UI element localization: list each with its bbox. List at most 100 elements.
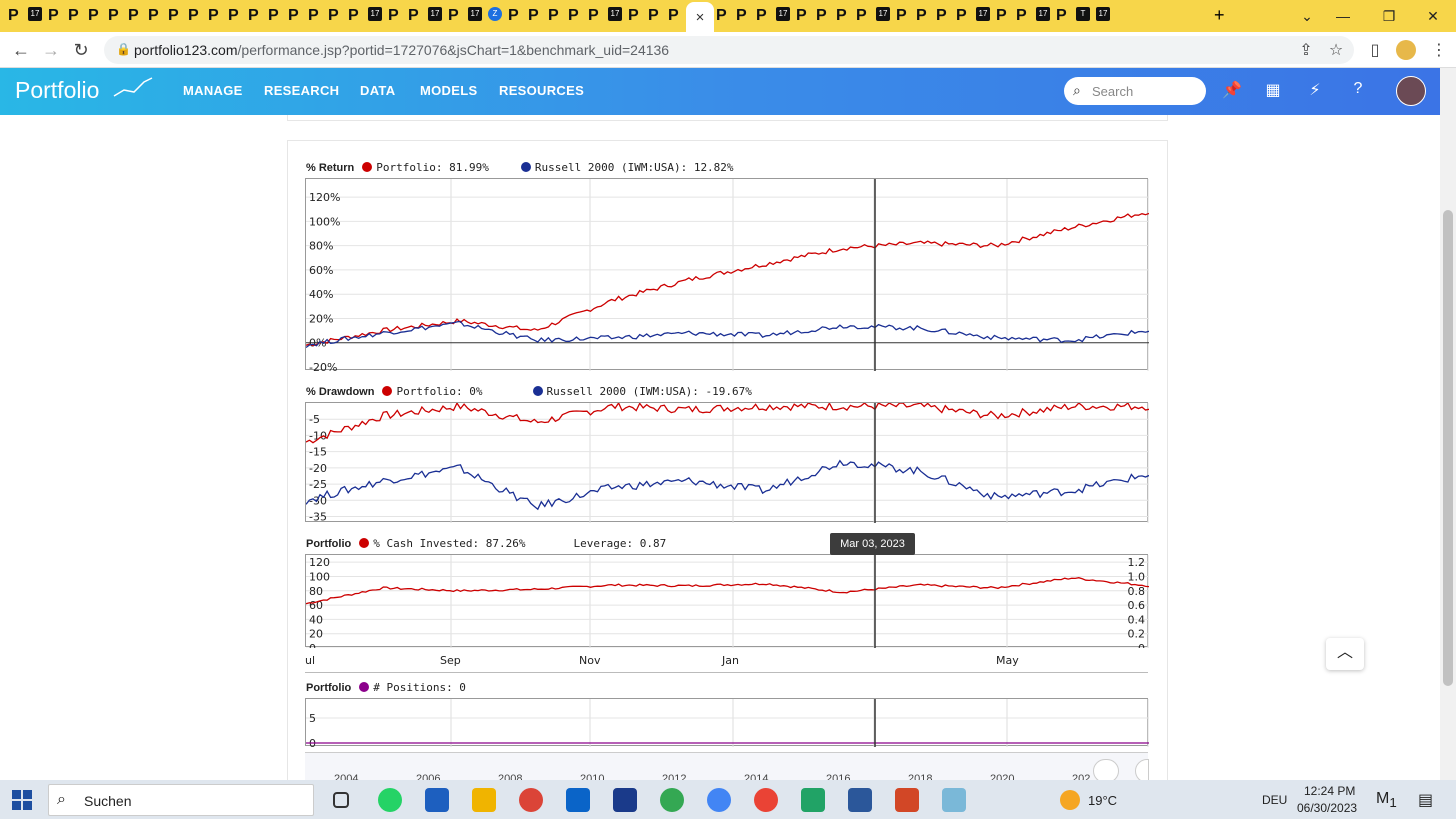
tab-favicon-p-icon[interactable]: P [148, 7, 159, 25]
tab-favicon-p-icon[interactable]: P [408, 7, 419, 25]
scrollbar-thumb[interactable] [1443, 210, 1453, 686]
tab-favicon-tradingview-icon[interactable]: 17 [468, 7, 482, 21]
new-tab-icon[interactable]: + [1214, 5, 1225, 26]
tab-favicon-tradingview-icon[interactable]: 17 [28, 7, 42, 21]
tab-favicon-tradingview-icon[interactable]: 17 [776, 7, 790, 21]
tab-favicon-p-icon[interactable]: P [388, 7, 399, 25]
back-icon[interactable]: ← [10, 40, 32, 62]
apps-grid-icon[interactable]: ▦ [1262, 80, 1284, 102]
tab-favicon-p-icon[interactable]: P [508, 7, 519, 25]
tab-favicon-p-icon[interactable]: P [628, 7, 639, 25]
taskbar-search-input[interactable]: ⌕ Suchen [48, 784, 314, 816]
whatsapp-icon[interactable] [378, 788, 402, 812]
tab-favicon-p-icon[interactable]: P [648, 7, 659, 25]
tab-favicon-p-icon[interactable]: P [48, 7, 59, 25]
tab-favicon-p-icon[interactable]: P [268, 7, 279, 25]
tab-favicon-p-icon[interactable]: P [228, 7, 239, 25]
tab-favicon-p-icon[interactable]: P [328, 7, 339, 25]
drawdown-chart[interactable]: -5 -10 -15 -20 -25 -30 -35 [305, 402, 1149, 523]
chrome-icon[interactable] [519, 788, 543, 812]
action-center-icon[interactable]: ▤ [1418, 790, 1433, 810]
tab-favicon-p-icon[interactable]: P [856, 7, 867, 25]
tab-favicon-tradingview-icon[interactable]: T [1076, 7, 1090, 21]
user-avatar[interactable] [1396, 76, 1426, 106]
tab-favicon-p-icon[interactable]: P [108, 7, 119, 25]
tab-favicon-p-icon[interactable]: P [88, 7, 99, 25]
tab-favicon-p-icon[interactable]: P [528, 7, 539, 25]
chrome-profile-2-icon[interactable] [707, 788, 731, 812]
close-window-icon[interactable]: ✕ [1410, 0, 1456, 32]
calendar-app-icon[interactable] [425, 788, 449, 812]
forward-icon[interactable]: → [40, 40, 62, 62]
tab-favicon-tradingview-icon[interactable]: 17 [428, 7, 442, 21]
url-field[interactable]: 🔒 portfolio123.com/performance.jsp?porti… [104, 36, 1354, 64]
tab-favicon-tradingview-icon[interactable]: 17 [608, 7, 622, 21]
site-search-input[interactable]: ⌕ Search [1064, 77, 1206, 105]
tab-favicon-p-icon[interactable]: P [956, 7, 967, 25]
lightning-icon[interactable]: ⚡ [1304, 80, 1326, 102]
tab-favicon-p-icon[interactable]: P [996, 7, 1007, 25]
powerpoint-icon[interactable] [895, 788, 919, 812]
tab-favicon-p-icon[interactable]: P [916, 7, 927, 25]
minimize-icon[interactable]: — [1320, 0, 1366, 32]
tab-favicon-p-icon[interactable]: P [188, 7, 199, 25]
tab-favicon-tradingview-icon[interactable]: 17 [976, 7, 990, 21]
outlook-icon[interactable] [566, 788, 590, 812]
positions-chart[interactable]: 50 [305, 698, 1149, 747]
tab-favicon-p-icon[interactable]: P [68, 7, 79, 25]
menu-models[interactable]: MODELS [420, 83, 477, 98]
tab-favicon-tradingview-icon[interactable]: 17 [368, 7, 382, 21]
tab-favicon-p-icon[interactable]: P [168, 7, 179, 25]
page-scrollbar[interactable] [1440, 68, 1456, 780]
stock-app-icon[interactable] [801, 788, 825, 812]
tab-favicon-p-icon[interactable]: P [796, 7, 807, 25]
tab-favicon-p-icon[interactable]: P [1016, 7, 1027, 25]
tab-favicon-p-icon[interactable]: P [756, 7, 767, 25]
tab-favicon-p-icon[interactable]: P [208, 7, 219, 25]
bookmark-star-icon[interactable]: ☆ [1325, 40, 1347, 60]
menu-research[interactable]: RESEARCH [264, 83, 339, 98]
menu-resources[interactable]: RESOURCES [499, 83, 584, 98]
restore-icon[interactable]: ❐ [1366, 0, 1412, 32]
site-logo[interactable]: Portfolio [15, 77, 99, 104]
browser-menu-icon[interactable]: ⋮ [1428, 40, 1450, 60]
windows-start-icon[interactable] [12, 790, 32, 810]
task-view-icon[interactable] [333, 792, 349, 808]
tab-favicon-p-icon[interactable]: P [836, 7, 847, 25]
tab-favicon-p-icon[interactable]: P [548, 7, 559, 25]
close-tab-icon[interactable]: × [696, 9, 705, 26]
tab-favicon-p-icon[interactable]: P [716, 7, 727, 25]
tab-favicon-p-icon[interactable]: P [248, 7, 259, 25]
chrome-profile-icon[interactable] [660, 788, 684, 812]
active-tab[interactable]: × [686, 2, 714, 32]
tab-favicon-z-icon[interactable]: Z [488, 7, 502, 21]
cash-chart[interactable]: 1201008060402001.21.00.80.60.40.20 [305, 554, 1149, 648]
notification-badge[interactable]: M1 [1376, 790, 1397, 810]
profile-avatar[interactable] [1396, 40, 1416, 60]
tab-favicon-tradingview-icon[interactable]: 17 [1036, 7, 1050, 21]
tab-favicon-p-icon[interactable]: P [348, 7, 359, 25]
app-feather-icon[interactable] [613, 788, 637, 812]
tab-favicon-p-icon[interactable]: P [588, 7, 599, 25]
tab-favicon-p-icon[interactable]: P [668, 7, 679, 25]
tab-favicon-p-icon[interactable]: P [288, 7, 299, 25]
share-icon[interactable]: ⇪ [1295, 40, 1317, 60]
file-explorer-icon[interactable] [472, 788, 496, 812]
tab-favicon-p-icon[interactable]: P [936, 7, 947, 25]
weather-icon[interactable] [1060, 790, 1080, 810]
pin-icon[interactable]: 📌 [1221, 80, 1243, 102]
notes-app-icon[interactable] [942, 788, 966, 812]
tab-favicon-tradingview-icon[interactable]: 17 [1096, 7, 1110, 21]
tab-favicon-p-icon[interactable]: P [1056, 7, 1067, 25]
word-icon[interactable] [848, 788, 872, 812]
tab-favicon-p-icon[interactable]: P [896, 7, 907, 25]
tab-favicon-tradingview-icon[interactable]: 17 [876, 7, 890, 21]
return-chart[interactable]: 120% 100% 80% 60% 40% 20% 0% -20% [305, 178, 1149, 371]
tab-favicon-p-icon[interactable]: P [816, 7, 827, 25]
menu-data[interactable]: DATA [360, 83, 395, 98]
reload-icon[interactable]: ↻ [70, 40, 92, 62]
tab-favicon-p-icon[interactable]: P [308, 7, 319, 25]
menu-manage[interactable]: MANAGE [183, 83, 243, 98]
tab-favicon-p-icon[interactable]: P [448, 7, 459, 25]
help-icon[interactable]: ? [1347, 80, 1369, 102]
